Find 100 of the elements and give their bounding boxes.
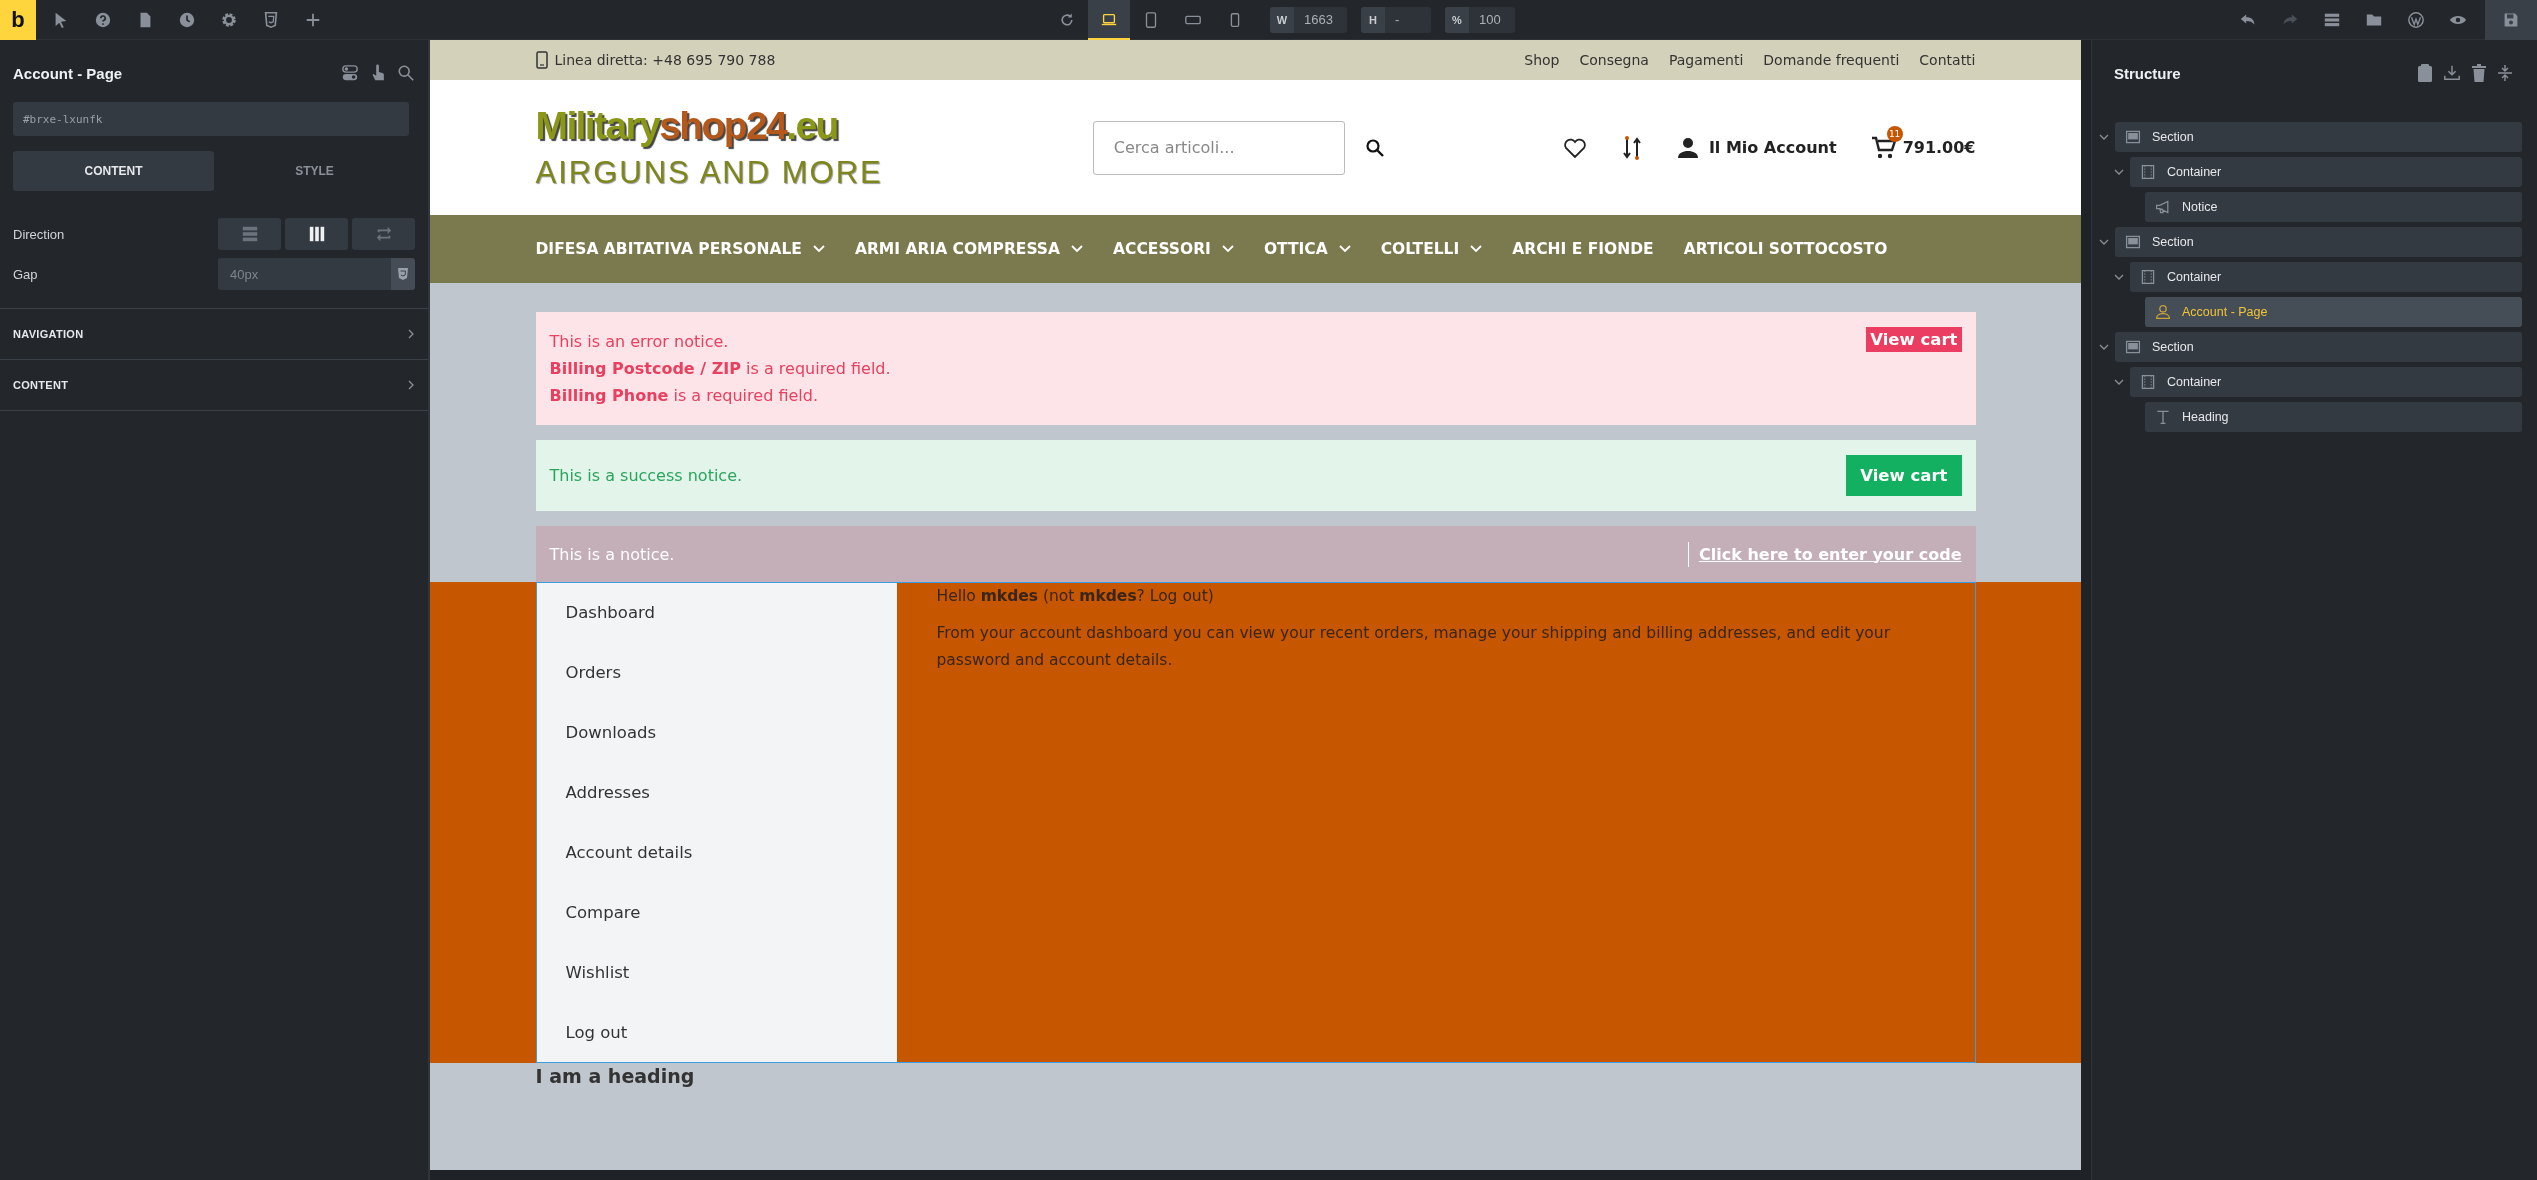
trash-icon[interactable] xyxy=(2471,64,2487,82)
notice-text: This is a notice. xyxy=(549,544,675,564)
site-logo[interactable]: Militaryshop24.eu AIRGUNS AND MORE xyxy=(535,102,883,193)
toggle-icon[interactable] xyxy=(341,64,359,82)
structure-item[interactable]: Container xyxy=(2130,262,2522,292)
panel-section[interactable]: NAVIGATION xyxy=(0,308,428,359)
history-icon[interactable] xyxy=(178,10,196,29)
view-cart-button[interactable]: View cart xyxy=(1866,327,1962,352)
nav-menu-item[interactable]: ACCESSORI xyxy=(1113,240,1234,258)
field-label: Gap xyxy=(13,266,38,282)
chevron-down-icon xyxy=(1338,245,1351,253)
swap-arrows-icon xyxy=(374,225,393,243)
panel-tab[interactable]: STYLE xyxy=(214,151,415,191)
help-icon[interactable] xyxy=(94,10,112,29)
structure-item[interactable]: Account - Page xyxy=(2145,297,2522,327)
structure-item[interactable]: Section xyxy=(2115,227,2522,257)
top-link[interactable]: Pagamenti xyxy=(1668,52,1744,68)
account-menu-item[interactable]: Log out xyxy=(536,1002,897,1062)
top-link[interactable]: Consegna xyxy=(1579,52,1649,68)
text-t-icon xyxy=(2155,409,2171,425)
css-badge-icon xyxy=(397,267,409,281)
structure-item[interactable]: Section xyxy=(2115,332,2522,362)
nav-menu-item[interactable]: OTTICA xyxy=(1263,240,1351,258)
structure-item[interactable]: Container xyxy=(2130,367,2522,397)
account-menu-item[interactable]: Account details xyxy=(536,822,897,883)
top-link[interactable]: Shop xyxy=(1524,52,1560,68)
section-icon xyxy=(2125,234,2141,250)
direction-option[interactable] xyxy=(285,218,348,250)
settings-icon[interactable] xyxy=(220,10,238,29)
wordpress-icon[interactable] xyxy=(2407,10,2425,29)
cart-icon[interactable] xyxy=(1870,135,1897,160)
account-menu-item[interactable]: Dashboard xyxy=(536,583,897,643)
search-icon[interactable] xyxy=(1364,137,1385,158)
top-link[interactable]: Domande frequenti xyxy=(1763,52,1900,68)
account-link[interactable]: Il Mio Account xyxy=(1676,136,1837,159)
chevron-down-icon[interactable] xyxy=(2098,132,2109,142)
size-field[interactable]: H - xyxy=(1360,6,1431,33)
chevron-down-icon[interactable] xyxy=(2098,342,2109,352)
structure-item[interactable]: Section xyxy=(2115,122,2522,152)
cart-total: 791.00€ xyxy=(1902,138,1976,157)
chevron-down-icon xyxy=(1470,245,1483,253)
panel-title: Structure xyxy=(2114,64,2181,82)
panel-tab[interactable]: CONTENT xyxy=(13,151,214,191)
nav-menu-item[interactable]: ARCHI E FIONDE xyxy=(1512,240,1654,258)
size-label: H xyxy=(1360,6,1385,33)
compare-arrows-icon[interactable] xyxy=(1620,134,1643,161)
greeting-text: Hello mkdes (not mkdes? Log out) xyxy=(936,586,1215,607)
size-field[interactable]: W 1663 xyxy=(1270,6,1347,33)
mobile-phone-icon xyxy=(535,51,548,69)
panel-section[interactable]: CONTENT xyxy=(0,359,428,411)
chevron-down-icon[interactable] xyxy=(2113,272,2124,282)
gap-field[interactable]: 40px xyxy=(218,258,391,290)
css-id-field[interactable]: #brxe-lxunfk xyxy=(13,102,409,136)
heart-icon[interactable] xyxy=(1562,136,1587,159)
chevron-right-icon xyxy=(407,329,415,339)
section-icon xyxy=(2125,339,2141,355)
chevron-down-icon[interactable] xyxy=(2113,377,2124,387)
device-button[interactable] xyxy=(1088,0,1131,40)
nav-menu-item[interactable]: COLTELLI xyxy=(1380,240,1483,258)
css-toggle-button[interactable] xyxy=(391,258,415,290)
chevron-right-icon xyxy=(407,380,415,390)
chevron-down-icon[interactable] xyxy=(2098,237,2109,247)
chevron-down-icon xyxy=(1221,245,1234,253)
nav-menu-item[interactable]: ARTICOLI SOTTOCOSTO xyxy=(1683,240,1888,258)
collapse-icon[interactable] xyxy=(2497,64,2513,82)
heading: I am a heading xyxy=(535,1065,696,1087)
notice-text: This is an error notice. xyxy=(549,331,730,353)
notice-text: Billing Phone is a required field. xyxy=(549,385,819,407)
size-label: % xyxy=(1444,6,1469,33)
account-menu-item[interactable]: Compare xyxy=(536,882,897,943)
dashboard-intro-text: From your account dashboard you can view your recent orders, manage your shipping and billing addresses, and edit your password and account details. xyxy=(936,623,1891,671)
phone-number: Linea diretta: +48 695 790 788 xyxy=(554,52,776,68)
container-icon xyxy=(2140,269,2156,285)
user-outline-icon xyxy=(2155,304,2171,320)
structure-item[interactable]: Container xyxy=(2130,157,2522,187)
element-title: Account - Page xyxy=(13,64,123,82)
account-menu-item[interactable]: Addresses xyxy=(536,762,897,823)
builder-logo[interactable]: b xyxy=(0,0,36,40)
chevron-down-icon[interactable] xyxy=(2113,167,2124,177)
nav-menu-item[interactable]: ARMI ARIA COMPRESSA xyxy=(854,240,1084,258)
size-field[interactable]: % 100 xyxy=(1444,6,1515,33)
clipboard-icon[interactable] xyxy=(2417,64,2433,82)
section-icon xyxy=(2125,129,2141,145)
structure-item[interactable]: Notice xyxy=(2145,192,2522,222)
download-icon[interactable] xyxy=(2443,64,2461,82)
account-menu-item[interactable]: Orders xyxy=(536,642,897,703)
size-label: W xyxy=(1270,6,1295,33)
cart-count-badge: 11 xyxy=(1886,125,1903,142)
nav-menu-item[interactable]: DIFESA ABITATIVA PERSONALE xyxy=(535,240,825,258)
save-button[interactable] xyxy=(2485,0,2537,40)
megaphone-icon xyxy=(2155,199,2171,215)
field-label: Direction xyxy=(13,226,65,242)
account-menu-item[interactable]: Downloads xyxy=(536,702,897,763)
chevron-down-icon xyxy=(812,245,825,253)
top-link[interactable]: Contatti xyxy=(1919,52,1976,68)
chevron-down-icon xyxy=(1071,245,1084,253)
search-field[interactable]: Cerca articoli... xyxy=(1092,120,1345,175)
structure-item[interactable]: Heading xyxy=(2145,402,2522,432)
code-badge-icon[interactable] xyxy=(262,10,280,29)
account-menu-item[interactable]: Wishlist xyxy=(536,942,897,1003)
